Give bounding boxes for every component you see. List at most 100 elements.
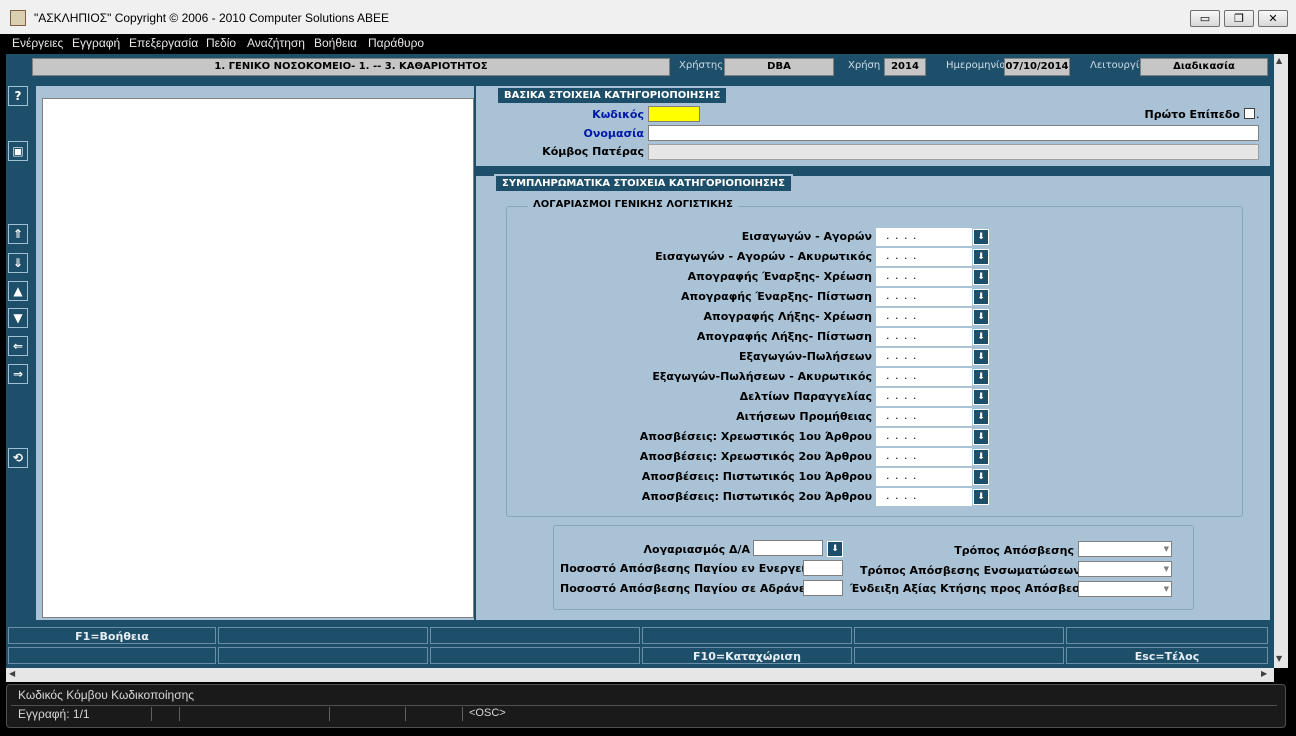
function-key-empty — [1066, 627, 1268, 644]
account-input[interactable]: . . . . — [876, 408, 972, 426]
method-label: Τρόπος Απόσβεσης — [954, 544, 1074, 557]
function-key-button[interactable]: F10=Καταχώριση — [642, 647, 852, 664]
menu-window[interactable]: Παράθυρο — [368, 36, 424, 50]
tree-view[interactable] — [42, 98, 474, 618]
first-level-suffix: . — [1256, 108, 1260, 121]
accounts-group-title: ΛΟΓΑΡΙΑΣΜΟΙ ΓΕΝΙΚΗΣ ΛΟΓΙΣΤΙΚΗΣ — [528, 199, 739, 210]
menu-field[interactable]: Πεδίο — [206, 36, 236, 50]
save-button[interactable]: ▣ — [8, 141, 28, 161]
account-input[interactable]: . . . . — [876, 228, 972, 246]
account-input[interactable]: . . . . — [876, 248, 972, 266]
scroll-down-icon[interactable]: ▼ — [1276, 654, 1282, 663]
account-input[interactable]: . . . . — [876, 308, 972, 326]
next-record-button[interactable]: ▼ — [8, 308, 28, 328]
account-lov-button[interactable]: ⬇ — [973, 289, 989, 305]
vertical-scrollbar[interactable]: ▲ ▼ — [1274, 54, 1288, 668]
user-label: Χρήστης — [679, 60, 724, 71]
status-sep — [462, 707, 463, 721]
first-level-checkbox[interactable] — [1244, 108, 1255, 119]
account-lov-button[interactable]: ⬇ — [973, 469, 989, 485]
menu-search[interactable]: Αναζήτηση — [247, 36, 305, 50]
account-input[interactable]: . . . . — [876, 488, 972, 506]
download-icon: ⬇ — [977, 472, 985, 482]
function-key-empty — [218, 647, 428, 664]
account-input[interactable]: . . . . — [876, 328, 972, 346]
account-lov-button[interactable]: ⬇ — [973, 229, 989, 245]
account-input[interactable]: . . . . — [876, 448, 972, 466]
arrow-up-bold-icon: ⇑ — [12, 227, 24, 241]
horizontal-scrollbar[interactable]: ◀ ▶ — [6, 668, 1274, 682]
account-lov-button[interactable]: ⬇ — [973, 489, 989, 505]
account-lov-button[interactable]: ⬇ — [973, 249, 989, 265]
download-icon: ⬇ — [977, 232, 985, 242]
account-lov-button[interactable]: ⬇ — [973, 389, 989, 405]
pct-active-input[interactable] — [803, 560, 843, 576]
window-title: "ΑΣΚΛΗΠΙΟΣ" Copyright © 2006 - 2010 Comp… — [34, 11, 390, 25]
arrow-right-icon: ⇒ — [12, 367, 24, 381]
download-icon: ⬇ — [977, 372, 985, 382]
parent-node-field — [648, 144, 1259, 160]
restore-button[interactable]: ❐ — [1224, 10, 1254, 27]
scroll-up-icon[interactable]: ▲ — [1276, 56, 1282, 65]
account-label: Εξαγωγών-Πωλήσεων - Ακυρωτικός — [652, 370, 872, 383]
method-incorp-select[interactable]: ▼ — [1078, 561, 1172, 577]
download-icon: ⬇ — [977, 292, 985, 302]
previous-record-button[interactable]: ▲ — [8, 281, 28, 301]
next-block-button[interactable]: ⇒ — [8, 364, 28, 384]
account-lov-button[interactable]: ⬇ — [973, 349, 989, 365]
supplementary-panel-title: ΣΥΜΠΛΗΡΩΜΑΤΙΚΑ ΣΤΟΙΧΕΙΑ ΚΑΤΗΓΟΡΙΟΠΟΙΗΣΗΣ — [494, 174, 793, 191]
first-record-button[interactable]: ⇑ — [8, 224, 28, 244]
account-lov-button[interactable]: ⬇ — [973, 429, 989, 445]
account-input[interactable]: . . . . — [876, 388, 972, 406]
scroll-right-icon[interactable]: ▶ — [1261, 669, 1267, 678]
scroll-left-icon[interactable]: ◀ — [9, 669, 15, 678]
close-button[interactable]: ✕ — [1258, 10, 1288, 27]
chevron-down-icon: ▼ — [1163, 565, 1169, 573]
hospital-field: 1. ΓΕΝΙΚΟ ΝΟΣΟΚΟΜΕΙΟ- 1. -- 3. ΚΑΘΑΡΙΟΤΗ… — [32, 58, 670, 76]
account-lov-button[interactable]: ⬇ — [973, 449, 989, 465]
download-icon: ⬇ — [977, 452, 985, 462]
chevron-down-icon: ▼ — [1163, 585, 1169, 593]
download-icon: ⬇ — [977, 412, 985, 422]
minimize-button[interactable]: ▭ — [1190, 10, 1220, 27]
menu-record[interactable]: Εγγραφή — [72, 36, 120, 50]
account-da-lov-button[interactable]: ⬇ — [827, 541, 843, 557]
mode-label: Λειτουργία — [1090, 60, 1146, 71]
account-input[interactable]: . . . . — [876, 288, 972, 306]
account-input[interactable]: . . . . — [876, 428, 972, 446]
account-lov-button[interactable]: ⬇ — [973, 309, 989, 325]
account-lov-button[interactable]: ⬇ — [973, 329, 989, 345]
name-input[interactable] — [648, 125, 1259, 141]
help-icon: ? — [14, 89, 22, 103]
status-sep — [179, 707, 180, 721]
code-input[interactable] — [648, 106, 700, 122]
account-input[interactable]: . . . . — [876, 468, 972, 486]
function-key-button[interactable]: F1=Βοήθεια — [8, 627, 216, 644]
menu-actions[interactable]: Ενέργειες — [12, 36, 63, 50]
help-button[interactable]: ? — [8, 86, 28, 106]
account-lov-button[interactable]: ⬇ — [973, 409, 989, 425]
basic-panel-title: ΒΑΣΙΚΑ ΣΤΟΙΧΕΙΑ ΚΑΤΗΓΟΡΙΟΠΟΙΗΣΗΣ — [496, 86, 729, 103]
method-select[interactable]: ▼ — [1078, 541, 1172, 557]
triangle-up-icon: ▲ — [13, 284, 23, 298]
account-input[interactable]: . . . . — [876, 268, 972, 286]
account-input[interactable]: . . . . — [876, 368, 972, 386]
download-icon: ⬇ — [977, 312, 985, 322]
function-key-empty — [854, 627, 1064, 644]
account-label: Απογραφής Λήξης- Πίστωση — [696, 330, 872, 343]
function-key-button[interactable]: Esc=Τέλος — [1066, 647, 1268, 664]
account-lov-button[interactable]: ⬇ — [973, 269, 989, 285]
menu-edit[interactable]: Επεξεργασία — [129, 36, 198, 50]
download-icon: ⬇ — [977, 332, 985, 342]
undo-button[interactable]: ⟲ — [8, 448, 28, 468]
value-indicator-select[interactable]: ▼ — [1078, 581, 1172, 597]
menu-help[interactable]: Βοήθεια — [314, 36, 357, 50]
user-field: DBA — [724, 58, 834, 76]
account-input[interactable]: . . . . — [876, 348, 972, 366]
last-record-button[interactable]: ⇓ — [8, 253, 28, 273]
previous-block-button[interactable]: ⇐ — [8, 336, 28, 356]
account-da-input[interactable] — [753, 540, 823, 556]
account-lov-button[interactable]: ⬇ — [973, 369, 989, 385]
account-label: Απογραφής Λήξης- Χρέωση — [703, 310, 872, 323]
pct-idle-input[interactable] — [803, 580, 843, 596]
